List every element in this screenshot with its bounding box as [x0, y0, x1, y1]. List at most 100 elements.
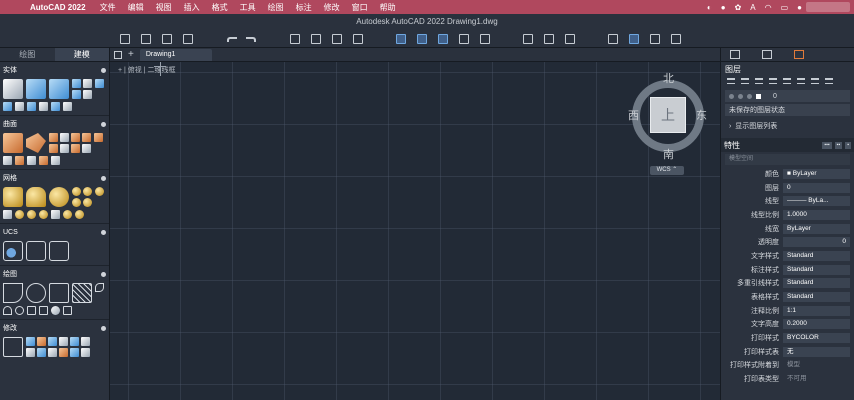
settings-icon[interactable]	[101, 121, 106, 127]
property-value[interactable]: ■ ByLayer	[783, 168, 850, 179]
solid-tool-7-icon[interactable]	[63, 102, 72, 111]
surface-tool-10-icon[interactable]	[3, 156, 12, 165]
donut-icon[interactable]	[51, 306, 60, 315]
display-icon[interactable]: ▭	[781, 3, 789, 12]
modify-tool-6-icon[interactable]	[81, 337, 90, 346]
viewport-controls[interactable]: + | 俯视 | 二维线框	[118, 65, 176, 75]
new-layer-icon[interactable]	[727, 78, 735, 84]
menu-draw[interactable]: 绘图	[268, 2, 284, 13]
section-title[interactable]: 实体	[3, 65, 17, 75]
region-icon[interactable]	[27, 306, 36, 315]
solid-tool-1-icon[interactable]	[95, 79, 104, 88]
box-icon[interactable]	[3, 79, 23, 99]
menu-edit[interactable]: 编辑	[128, 2, 144, 13]
modify-tool-2-icon[interactable]	[37, 337, 46, 346]
mesh-sphere-icon[interactable]	[49, 187, 69, 207]
modify-tool-4-icon[interactable]	[59, 337, 68, 346]
layer-tool-4-icon[interactable]	[769, 78, 777, 84]
current-layer-dropdown[interactable]: 0	[725, 90, 850, 102]
rectangle-icon[interactable]	[49, 283, 69, 303]
undo-icon[interactable]	[226, 34, 237, 44]
modify-tool-5-icon[interactable]	[70, 337, 79, 346]
3d-move-icon[interactable]	[3, 337, 23, 357]
modify-tool-9-icon[interactable]	[48, 348, 57, 357]
solid-tool-5-icon[interactable]	[39, 102, 48, 111]
layer-tool-3-icon[interactable]	[755, 78, 763, 84]
markup-icon[interactable]	[671, 34, 681, 44]
arc-icon[interactable]	[3, 306, 12, 315]
object-type-select[interactable]: 模型空间	[725, 154, 850, 165]
compass-north[interactable]: 北	[663, 70, 674, 86]
mesh-tool-9-icon[interactable]	[39, 210, 48, 219]
page-setup-icon[interactable]	[353, 34, 363, 44]
modify-tool-7-icon[interactable]	[26, 348, 35, 357]
solid-tool-3-icon[interactable]	[15, 102, 24, 111]
solid-tool-6-icon[interactable]	[51, 102, 60, 111]
menu-modify[interactable]: 修改	[324, 2, 340, 13]
layer-tool-7-icon[interactable]	[811, 78, 819, 84]
mesh-smooth-icon[interactable]	[26, 187, 46, 207]
section-title[interactable]: 网格	[3, 173, 17, 183]
settings-icon[interactable]	[101, 325, 106, 331]
toggle-pickadd-button[interactable]: ▪	[845, 141, 851, 149]
save-icon[interactable]	[162, 34, 172, 44]
polyline-icon[interactable]	[3, 283, 23, 303]
menu-view[interactable]: 视图	[156, 2, 172, 13]
plot-icon[interactable]	[290, 34, 300, 44]
surface-tool-4-icon[interactable]	[82, 133, 91, 142]
surface-tool-12-icon[interactable]	[27, 156, 36, 165]
show-layer-list-toggle[interactable]: › 显示图层列表	[721, 118, 854, 134]
search-icon[interactable]	[544, 34, 554, 44]
surface-tool-14-icon[interactable]	[51, 156, 60, 165]
drawing-canvas[interactable]: + | 俯视 | 二维线框 上 北 南 东 西 WCS ⌃	[110, 62, 720, 400]
select-objects-button[interactable]: ▪▪	[834, 141, 843, 149]
layer-states-icon[interactable]	[417, 34, 427, 44]
property-value[interactable]: 0	[783, 237, 850, 248]
surface-tool-3-icon[interactable]	[71, 133, 80, 142]
mesh-tool-3-icon[interactable]	[72, 198, 81, 207]
surface-tool-1-icon[interactable]	[49, 133, 58, 142]
intersect-icon[interactable]	[72, 90, 81, 99]
user-icon[interactable]: ●	[797, 3, 802, 12]
menu-tools[interactable]: 工具	[240, 2, 256, 13]
design-center-icon[interactable]	[629, 34, 639, 44]
surface-tool-2-icon[interactable]	[60, 133, 69, 142]
boundary-icon[interactable]	[39, 306, 48, 315]
surface-network-icon[interactable]	[3, 133, 23, 153]
ucs-origin-icon[interactable]	[26, 241, 46, 261]
mesh-tool-7-icon[interactable]	[15, 210, 24, 219]
modify-tool-12-icon[interactable]	[81, 348, 90, 357]
compass-east[interactable]: 东	[696, 107, 707, 123]
mesh-tool-6-icon[interactable]	[3, 210, 12, 219]
layers-panel-icon[interactable]	[730, 50, 740, 59]
share-icon[interactable]: ✿	[735, 3, 742, 12]
redo-icon[interactable]	[247, 34, 257, 44]
layer-tool-2-icon[interactable]	[741, 78, 749, 84]
settings-icon[interactable]	[101, 271, 106, 277]
property-value[interactable]: ByLayer	[783, 223, 850, 234]
property-value[interactable]: Standard	[783, 250, 850, 261]
compass-south[interactable]: 南	[663, 146, 674, 162]
property-value[interactable]: Standard	[783, 278, 850, 289]
layer-tool-8-icon[interactable]	[825, 78, 833, 84]
section-title[interactable]: 修改	[3, 323, 17, 333]
menu-dimension[interactable]: 标注	[296, 2, 312, 13]
tab-draw[interactable]: 绘图	[0, 48, 55, 61]
settings-icon[interactable]	[101, 67, 106, 73]
property-value[interactable]: 无	[783, 346, 850, 357]
mesh-tool-5-icon[interactable]	[95, 187, 104, 196]
surface-tool-6-icon[interactable]	[60, 144, 69, 153]
save-as-icon[interactable]	[183, 34, 193, 44]
modify-tool-10-icon[interactable]	[59, 348, 68, 357]
presspull-icon[interactable]	[49, 79, 69, 99]
modify-tool-8-icon[interactable]	[37, 348, 46, 357]
menu-window[interactable]: 窗口	[352, 2, 368, 13]
mesh-tool-2-icon[interactable]	[83, 187, 92, 196]
property-value[interactable]: BYCOLOR	[783, 333, 850, 344]
publish-icon[interactable]	[332, 34, 342, 44]
union-icon[interactable]	[72, 79, 81, 88]
mesh-tool-8-icon[interactable]	[27, 210, 36, 219]
mesh-tool-11-icon[interactable]	[63, 210, 72, 219]
modify-tool-11-icon[interactable]	[70, 348, 79, 357]
blocks-panel-icon[interactable]	[762, 50, 772, 59]
